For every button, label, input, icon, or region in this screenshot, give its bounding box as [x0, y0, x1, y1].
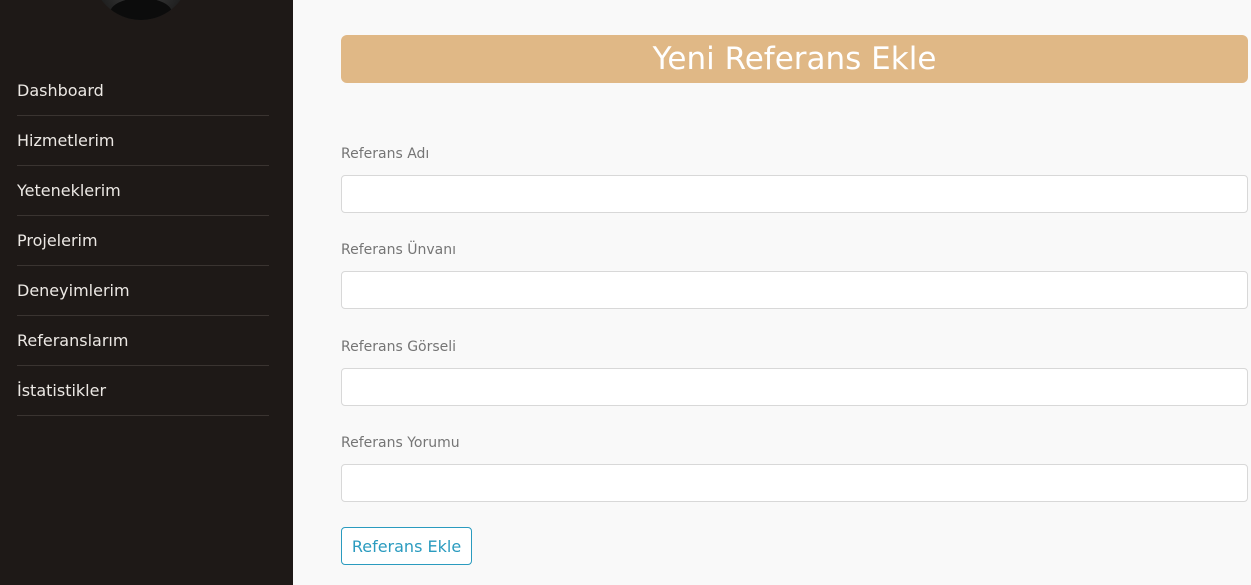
referans-adi-input[interactable]	[341, 175, 1248, 213]
sidebar-nav: Dashboard Hizmetlerim Yeteneklerim Proje…	[17, 66, 269, 416]
sidebar-item-referanslarim[interactable]: Referanslarım	[17, 316, 269, 366]
sidebar: Dashboard Hizmetlerim Yeteneklerim Proje…	[0, 0, 293, 585]
page-title: Yeni Referans Ekle	[341, 35, 1248, 83]
sidebar-item-dashboard[interactable]: Dashboard	[17, 66, 269, 116]
sidebar-item-yeteneklerim[interactable]: Yeteneklerim	[17, 166, 269, 216]
sidebar-item-istatistikler[interactable]: İstatistikler	[17, 366, 269, 416]
referans-adi-label: Referans Adı	[341, 146, 430, 162]
sidebar-item-hizmetlerim[interactable]: Hizmetlerim	[17, 116, 269, 166]
sidebar-item-projelerim[interactable]: Projelerim	[17, 216, 269, 266]
referans-gorseli-input[interactable]	[341, 368, 1248, 406]
referans-unvani-label: Referans Ünvanı	[341, 242, 456, 258]
referans-unvani-input[interactable]	[341, 271, 1248, 309]
referans-yorumu-label: Referans Yorumu	[341, 435, 460, 451]
sidebar-item-deneyimlerim[interactable]: Deneyimlerim	[17, 266, 269, 316]
avatar-shoulder	[110, 0, 172, 20]
avatar	[92, 0, 190, 20]
referans-ekle-button[interactable]: Referans Ekle	[341, 527, 472, 565]
referans-yorumu-input[interactable]	[341, 464, 1248, 502]
referans-gorseli-label: Referans Görseli	[341, 339, 457, 355]
